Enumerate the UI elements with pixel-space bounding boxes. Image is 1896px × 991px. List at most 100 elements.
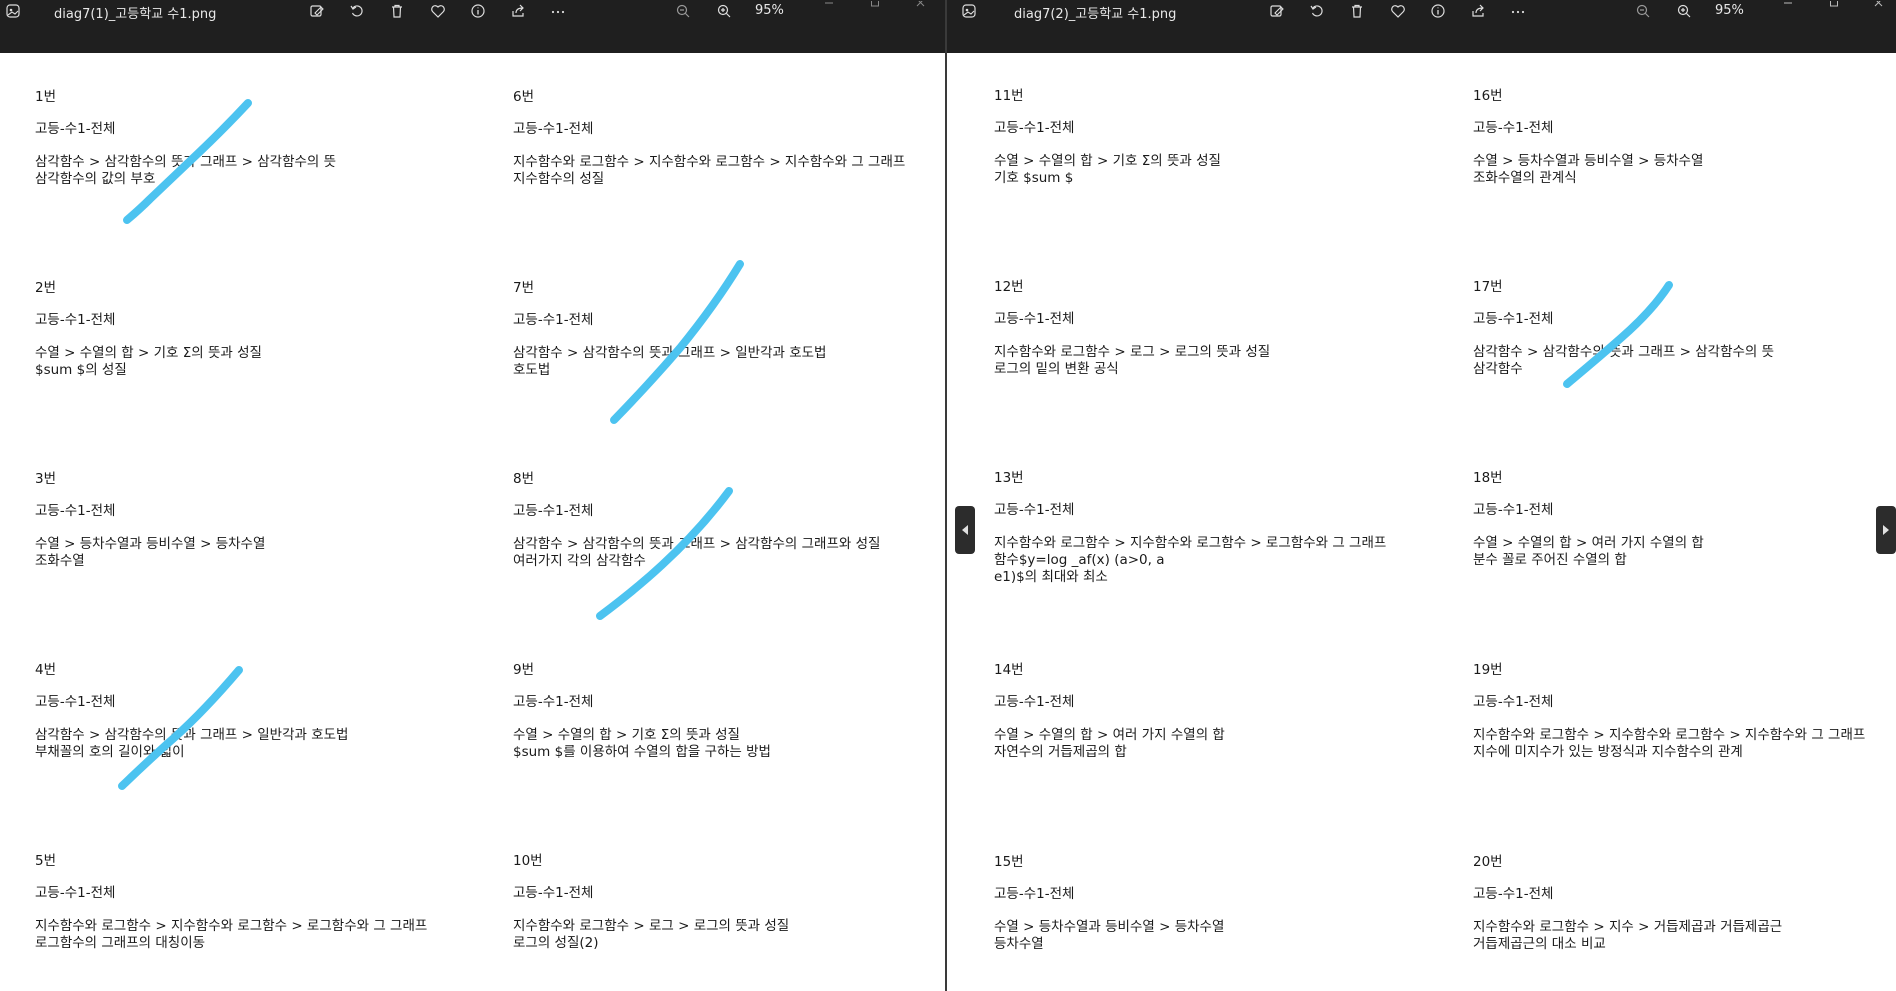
- favorite-icon[interactable]: [1385, 0, 1411, 22]
- pen-annotation-layer: [118, 99, 744, 790]
- close-button[interactable]: [1868, 0, 1890, 12]
- image-edit-icon[interactable]: [304, 0, 330, 22]
- item-path: 삼각함수 > 삼각함수의 뜻과 그래프 > 삼각함수의 뜻: [35, 154, 337, 170]
- zoom-out-icon[interactable]: [670, 0, 696, 22]
- minimize-button[interactable]: [818, 0, 840, 12]
- item-grade: 고등-수1-전체: [994, 694, 1075, 710]
- item-grade: 고등-수1-전체: [35, 312, 116, 328]
- item-grade: 고등-수1-전체: [513, 503, 594, 519]
- item-grade: 고등-수1-전체: [35, 121, 116, 137]
- item-grade: 고등-수1-전체: [1473, 311, 1554, 327]
- item-grade: 고등-수1-전체: [513, 885, 594, 901]
- item-topic: 조화수열: [35, 553, 85, 569]
- favorite-icon[interactable]: [425, 0, 451, 22]
- item-topic: 여러가지 각의 삼각함수: [513, 553, 646, 569]
- item-path: 수열 > 수열의 합 > 기호 Σ의 뜻과 성질: [35, 345, 262, 361]
- item-number: 14번: [994, 662, 1024, 678]
- delete-icon[interactable]: [1344, 0, 1370, 22]
- info-icon[interactable]: [1425, 0, 1451, 22]
- item-path: 수열 > 등차수열과 등비수열 > 등차수열: [994, 919, 1225, 935]
- title-bar: diag7(1)_고등학교 수1.png 95%: [0, 0, 945, 53]
- pen-annotation-layer: [1563, 281, 1673, 388]
- item-path: 수열 > 수열의 합 > 기호 Σ의 뜻과 성질: [994, 153, 1221, 169]
- zoom-in-icon[interactable]: [1671, 0, 1697, 22]
- item-path: 지수함수와 로그함수 > 지수함수와 로그함수 > 로그함수와 그 그래프: [35, 918, 428, 934]
- item-number: 12번: [994, 279, 1024, 295]
- share-icon[interactable]: [505, 0, 531, 22]
- title-bar: diag7(2)_고등학교 수1.png 95%: [947, 0, 1896, 53]
- item-path: 수열 > 등차수열과 등비수열 > 등차수열: [1473, 153, 1704, 169]
- item-number: 6번: [513, 89, 535, 105]
- item-path: 지수함수와 로그함수 > 로그 > 로그의 뜻과 성질: [513, 918, 790, 934]
- photos-app-icon: [960, 2, 978, 20]
- minimize-button[interactable]: [1777, 0, 1799, 12]
- item-number: 3번: [35, 471, 57, 487]
- item-number: 7번: [513, 280, 535, 296]
- item-grade: 고등-수1-전체: [513, 312, 594, 328]
- item-number: 15번: [994, 854, 1024, 870]
- item-grade: 고등-수1-전체: [994, 886, 1075, 902]
- zoom-out-icon[interactable]: [1630, 0, 1656, 22]
- file-title: diag7(2)_고등학교 수1.png: [1014, 7, 1177, 22]
- image-canvas: 1번 고등-수1-전체 삼각함수 > 삼각함수의 뜻과 그래프 > 삼각함수의 …: [0, 53, 945, 991]
- item-number: 11번: [994, 88, 1024, 104]
- item-topic: 지수함수의 성질: [513, 171, 605, 187]
- zoom-in-icon[interactable]: [711, 0, 737, 22]
- item-path: 수열 > 수열의 합 > 여러 가지 수열의 합: [1473, 535, 1704, 551]
- item-number: 2번: [35, 280, 57, 296]
- more-icon[interactable]: [545, 0, 571, 22]
- item-path: 수열 > 수열의 합 > 여러 가지 수열의 합: [994, 727, 1225, 743]
- item-path: 지수함수와 로그함수 > 로그 > 로그의 뜻과 성질: [994, 344, 1271, 360]
- item-path: 지수함수와 로그함수 > 지수함수와 로그함수 > 로그함수와 그 그래프: [994, 535, 1387, 551]
- item-path: 지수함수와 로그함수 > 지수 > 거듭제곱과 거듭제곱근: [1473, 919, 1783, 935]
- item-topic: 호도법: [513, 362, 551, 378]
- item-topic: 자연수의 거듭제곱의 합: [994, 744, 1127, 760]
- item-topic: 삼각함수: [1473, 361, 1523, 377]
- item-grade: 고등-수1-전체: [1473, 694, 1554, 710]
- item-grade: 고등-수1-전체: [994, 502, 1075, 518]
- image-viewer-left: diag7(1)_고등학교 수1.png 95% 1번 고등-수1-전체 삼각함…: [0, 0, 945, 991]
- image-edit-icon[interactable]: [1264, 0, 1290, 22]
- item-topic: 등차수열: [994, 936, 1044, 952]
- info-icon[interactable]: [465, 0, 491, 22]
- item-topic: $sum $의 성질: [35, 362, 127, 378]
- item-topic: 기호 $sum $: [994, 170, 1074, 186]
- maximize-button[interactable]: [864, 0, 886, 12]
- item-number: 1번: [35, 89, 57, 105]
- delete-icon[interactable]: [384, 0, 410, 22]
- item-number: 5번: [35, 853, 57, 869]
- item-path: 삼각함수 > 삼각함수의 뜻과 그래프 > 일반각과 호도법: [35, 727, 349, 743]
- item-topic: 함수$y=log _af(x) (a>0, a e1)$의 최대와 최소: [994, 552, 1165, 585]
- item-grade: 고등-수1-전체: [1473, 120, 1554, 136]
- item-path: 수열 > 수열의 합 > 기호 Σ의 뜻과 성질: [513, 727, 740, 743]
- item-path: 삼각함수 > 삼각함수의 뜻과 그래프 > 삼각함수의 그래프와 성질: [513, 536, 881, 552]
- item-topic: 로그의 밑의 변환 공식: [994, 361, 1119, 377]
- close-button[interactable]: [910, 0, 932, 12]
- photos-app-icon: [4, 2, 22, 20]
- item-topic: 로그함수의 그래프의 대칭이동: [35, 935, 206, 951]
- item-topic: 삼각함수의 값의 부호: [35, 171, 156, 187]
- maximize-button[interactable]: [1823, 0, 1845, 12]
- previous-image-button[interactable]: [955, 506, 975, 554]
- rotate-icon[interactable]: [344, 0, 370, 22]
- pen-stroke-item-7: [610, 260, 744, 424]
- item-grade: 고등-수1-전체: [1473, 502, 1554, 518]
- rotate-icon[interactable]: [1304, 0, 1330, 22]
- item-topic: 부채꼴의 호의 길이와 넓이: [35, 744, 185, 760]
- item-path: 수열 > 등차수열과 등비수열 > 등차수열: [35, 536, 266, 552]
- item-grade: 고등-수1-전체: [994, 120, 1075, 136]
- file-title: diag7(1)_고등학교 수1.png: [54, 7, 217, 22]
- next-image-button[interactable]: [1876, 506, 1896, 554]
- zoom-level[interactable]: 95%: [1715, 3, 1744, 18]
- more-icon[interactable]: [1505, 0, 1531, 22]
- item-number: 17번: [1473, 279, 1503, 295]
- zoom-level[interactable]: 95%: [755, 3, 784, 18]
- item-grade: 고등-수1-전체: [35, 885, 116, 901]
- item-topic: 분수 꼴로 주어진 수열의 합: [1473, 552, 1627, 568]
- item-number: 18번: [1473, 470, 1503, 486]
- item-grade: 고등-수1-전체: [35, 694, 116, 710]
- item-grade: 고등-수1-전체: [1473, 886, 1554, 902]
- item-topic: 로그의 성질(2): [513, 935, 599, 951]
- item-grade: 고등-수1-전체: [513, 121, 594, 137]
- share-icon[interactable]: [1465, 0, 1491, 22]
